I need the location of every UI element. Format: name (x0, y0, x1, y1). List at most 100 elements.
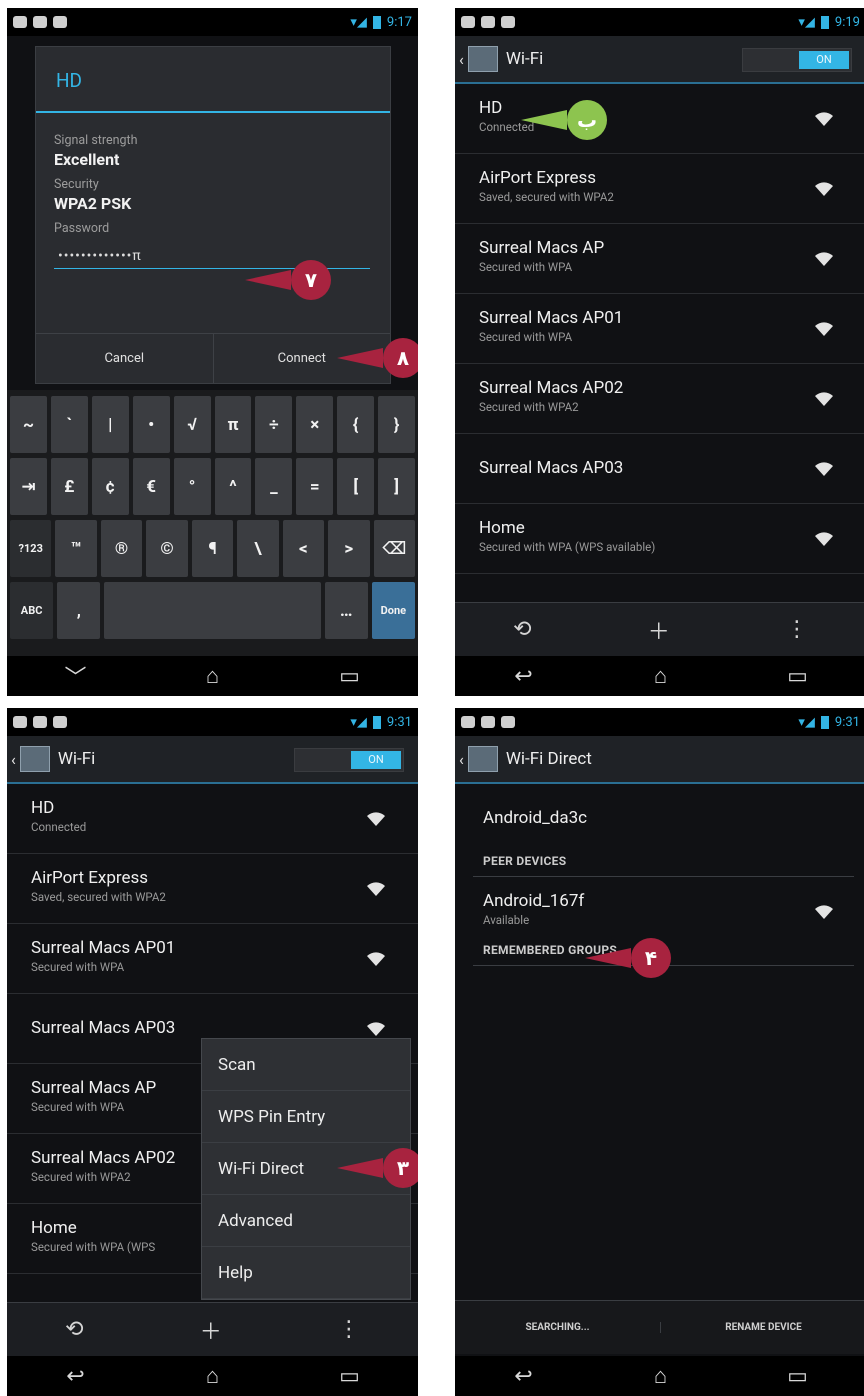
network-row[interactable]: Surreal Macs AP02 Secured with WPA2 (455, 364, 864, 434)
keyboard-key[interactable]: … (324, 582, 368, 639)
menu-item-help[interactable]: Help (202, 1247, 410, 1299)
keyboard-key[interactable]: ABC (10, 582, 54, 639)
menu-item-wps-pin-entry[interactable]: WPS Pin Entry (202, 1091, 410, 1143)
keyboard-key[interactable]: ⌫ (373, 520, 415, 577)
settings-app-icon[interactable] (467, 746, 498, 772)
back-icon[interactable]: ↩ (51, 1364, 101, 1389)
peer-devices-header: PEER DEVICES (483, 854, 567, 868)
add-network-icon[interactable]: ＋ (648, 614, 670, 646)
network-name: HD (31, 798, 55, 818)
cancel-button[interactable]: Cancel (36, 334, 214, 383)
keyboard-key[interactable]: ¶ (191, 520, 234, 577)
keyboard-key[interactable]: ¢ (91, 458, 129, 515)
keyboard-key[interactable]: ^ (214, 458, 252, 515)
rename-device-button[interactable]: RENAME DEVICE (661, 1322, 864, 1333)
notification-icon (461, 716, 475, 728)
keyboard-key[interactable]: × (296, 396, 334, 453)
keyboard-key[interactable]: ÷ (255, 396, 293, 453)
wifi-signal-icon (367, 882, 385, 896)
home-icon[interactable]: ⌂ (188, 663, 238, 689)
keyboard-key[interactable]: ® (100, 520, 143, 577)
home-icon[interactable]: ⌂ (636, 1363, 686, 1389)
network-row[interactable]: Surreal Macs AP Secured with WPA (455, 224, 864, 294)
panel-wifi-list: ▾◢ 9:19 ‹ Wi-Fi ON HD Connected AirPort Exp… (455, 8, 864, 696)
keyboard-key[interactable]: Done (371, 582, 415, 639)
network-row[interactable]: AirPort Express Saved, secured with WPA2 (455, 154, 864, 224)
keyboard-key[interactable]: ?123 (10, 520, 52, 577)
own-device: Android_da3c (455, 784, 864, 854)
peer-device-item[interactable]: Android_167f Available (455, 877, 864, 935)
hide-keyboard-icon[interactable]: ﹀ (51, 660, 101, 692)
network-row[interactable]: Surreal Macs AP01 Secured with WPA (7, 924, 418, 994)
keyboard-key[interactable]: € (132, 458, 170, 515)
keyboard-key[interactable]: < (282, 520, 325, 577)
keyboard-key[interactable]: √ (173, 396, 211, 453)
status-bar: ▾◢ 9:17 (7, 8, 418, 36)
keyboard-key[interactable]: \ (237, 520, 279, 577)
home-icon[interactable]: ⌂ (636, 663, 686, 689)
network-status: Secured with WPA (479, 330, 573, 344)
overflow-menu-icon[interactable]: ⋮ (786, 617, 808, 642)
network-row[interactable]: HD Connected (7, 784, 418, 854)
keyboard-key[interactable]: © (146, 520, 188, 577)
keyboard-key[interactable]: _ (255, 458, 293, 515)
keyboard-key[interactable]: ` (50, 396, 88, 453)
back-chevron-icon[interactable]: ‹ (11, 750, 16, 769)
network-name: Surreal Macs AP01 (31, 938, 176, 958)
overflow-menu-icon[interactable]: ⋮ (338, 1317, 360, 1342)
keyboard-key[interactable]: ] (378, 458, 416, 515)
callout-marker: ۷ (245, 260, 331, 300)
recents-icon[interactable]: ▭ (325, 664, 375, 689)
recents-icon[interactable]: ▭ (773, 1364, 823, 1389)
settings-app-icon[interactable] (467, 46, 498, 72)
keyboard-key[interactable]: [ (337, 458, 375, 515)
notification-icon (13, 16, 27, 28)
notification-icon (481, 16, 495, 28)
wifi-toggle[interactable]: ON (742, 48, 852, 72)
network-status: Secured with WPA (479, 260, 573, 274)
wps-push-icon[interactable]: ⟲ (513, 617, 531, 642)
keyboard-key[interactable]: = (296, 458, 334, 515)
keyboard-key[interactable]: | (91, 396, 129, 453)
keyboard-key[interactable]: π (214, 396, 252, 453)
back-chevron-icon[interactable]: ‹ (459, 50, 464, 69)
keyboard-key[interactable]: £ (50, 458, 88, 515)
network-row[interactable]: HD Connected (455, 84, 864, 154)
menu-item-scan[interactable]: Scan (202, 1039, 410, 1091)
searching-button[interactable]: SEARCHING... (455, 1322, 661, 1333)
wifi-toggle[interactable]: ON (294, 748, 404, 772)
callout-marker: ب (521, 100, 607, 140)
network-row[interactable]: AirPort Express Saved, secured with WPA2 (7, 854, 418, 924)
keyboard-key[interactable]: ⇥ (10, 458, 47, 515)
menu-item-advanced[interactable]: Advanced (202, 1195, 410, 1247)
network-name: Surreal Macs AP03 (479, 458, 624, 478)
wifi-signal-icon (815, 252, 833, 266)
password-label: Password (54, 221, 110, 236)
wps-push-icon[interactable]: ⟲ (65, 1317, 83, 1342)
network-name: Surreal Macs AP01 (479, 308, 624, 328)
settings-app-icon[interactable] (19, 746, 50, 772)
space-key[interactable] (104, 582, 321, 639)
network-row[interactable]: Home Secured with WPA (WPS available) (455, 504, 864, 574)
nav-bar: ↩ ⌂ ▭ (455, 656, 864, 696)
recents-icon[interactable]: ▭ (773, 664, 823, 689)
add-network-icon[interactable]: ＋ (200, 1314, 222, 1346)
status-time: 9:31 (834, 714, 860, 730)
keyboard-key[interactable]: ™ (55, 520, 97, 577)
back-icon[interactable]: ↩ (499, 1364, 549, 1389)
home-icon[interactable]: ⌂ (188, 1363, 238, 1389)
keyboard-key[interactable]: • (132, 396, 170, 453)
network-row[interactable]: Surreal Macs AP01 Secured with WPA (455, 294, 864, 364)
keyboard-key[interactable]: ~ (10, 396, 47, 453)
wifi-signal-icon (815, 392, 833, 406)
back-chevron-icon[interactable]: ‹ (459, 750, 464, 769)
status-bar: ▾◢ 9:31 (7, 708, 418, 736)
keyboard-key[interactable]: , (57, 582, 101, 639)
keyboard-key[interactable]: } (378, 396, 416, 453)
recents-icon[interactable]: ▭ (325, 1364, 375, 1389)
keyboard-key[interactable]: > (328, 520, 370, 577)
keyboard-key[interactable]: ° (173, 458, 211, 515)
keyboard-key[interactable]: { (337, 396, 375, 453)
back-icon[interactable]: ↩ (499, 664, 549, 689)
network-row[interactable]: Surreal Macs AP03 (455, 434, 864, 504)
